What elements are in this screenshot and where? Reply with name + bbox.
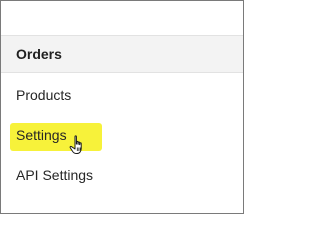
menu-header-orders[interactable]: Orders — [1, 36, 243, 72]
menu-panel: Orders Products Settings API Settings — [0, 0, 244, 214]
menu-item-settings[interactable]: Settings — [1, 121, 243, 154]
panel-top-space — [1, 1, 243, 35]
divider — [1, 72, 243, 73]
menu-item-api-settings[interactable]: API Settings — [1, 161, 243, 191]
menu-header-label: Orders — [16, 46, 62, 62]
hand-pointer-icon — [69, 135, 87, 155]
menu-item-label: Settings — [16, 127, 67, 143]
menu-item-label: API Settings — [16, 167, 94, 183]
menu-item-label: Products — [16, 87, 72, 103]
menu-item-products[interactable]: Products — [1, 81, 243, 111]
